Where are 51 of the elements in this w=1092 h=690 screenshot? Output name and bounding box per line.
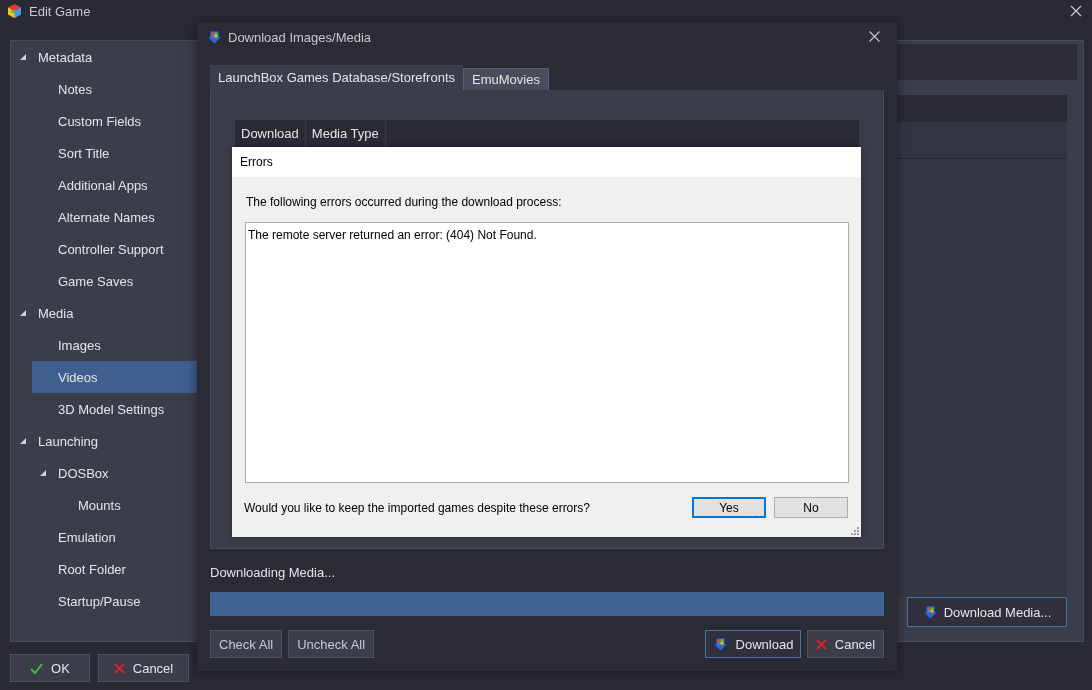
tab[interactable]: EmuMovies — [463, 68, 549, 90]
resize-grip-icon[interactable] — [851, 527, 859, 535]
tree-item[interactable]: Startup/Pause — [32, 585, 198, 617]
yes-button[interactable]: Yes — [692, 497, 766, 518]
status-text: Downloading Media... — [210, 565, 337, 581]
tree-item[interactable]: Launching — [12, 425, 198, 457]
tree-item[interactable]: Images — [32, 329, 198, 361]
download-arrow-icon — [712, 636, 728, 652]
cancel-button[interactable]: Cancel — [98, 654, 189, 682]
error-details-field[interactable]: The remote server returned an error: (404) Not Found. — [245, 222, 849, 483]
tree-item[interactable]: 3D Model Settings — [32, 393, 198, 425]
window-title: Edit Game — [29, 3, 91, 19]
tree-item[interactable]: Emulation — [32, 521, 198, 553]
tree-item[interactable]: Additional Apps — [32, 169, 198, 201]
download-icon — [207, 29, 222, 45]
tab[interactable]: LaunchBox Games Database/Storefronts — [210, 65, 464, 90]
close-icon[interactable] — [869, 31, 880, 42]
app-logo-icon — [8, 4, 21, 18]
tree-item[interactable]: Sort Title — [32, 137, 198, 169]
tree-item[interactable]: Alternate Names — [32, 201, 198, 233]
expanded-arrow-icon[interactable] — [20, 438, 26, 444]
close-icon[interactable] — [1070, 5, 1082, 17]
dialog-title: Errors — [240, 155, 273, 169]
dialog-title: Download Images/Media — [228, 29, 372, 45]
question-text: Would you like to keep the imported games despite these errors? — [244, 500, 590, 515]
text-field[interactable] — [896, 44, 1077, 80]
ok-button[interactable]: OK — [10, 654, 90, 682]
tree-item[interactable]: Videos — [32, 361, 198, 393]
download-media-button[interactable]: Download Media... — [907, 597, 1067, 627]
cross-icon — [815, 638, 827, 650]
tree-item[interactable]: Custom Fields — [32, 105, 198, 137]
tree-item[interactable]: Notes — [32, 73, 198, 105]
tree-item[interactable]: Root Folder — [32, 553, 198, 585]
expanded-arrow-icon[interactable] — [20, 54, 26, 60]
expanded-arrow-icon[interactable] — [40, 470, 46, 476]
tree-item[interactable]: Metadata — [12, 41, 198, 73]
tree-item[interactable]: DOSBox — [32, 457, 198, 489]
tree-item[interactable]: Mounts — [52, 489, 198, 521]
cross-icon — [113, 662, 125, 674]
no-button[interactable]: No — [774, 497, 848, 518]
expanded-arrow-icon[interactable] — [20, 310, 26, 316]
tree-item[interactable]: Controller Support — [32, 233, 198, 265]
tree-item[interactable]: Media — [12, 297, 198, 329]
check-button[interactable]: Check All — [210, 630, 283, 658]
cancel-button[interactable]: Cancel — [807, 630, 884, 658]
tree-item[interactable]: Game Saves — [32, 265, 198, 297]
download-button[interactable]: Download — [705, 630, 801, 658]
error-message: The following errors occurred during the download process: — [246, 195, 563, 209]
check-icon — [30, 662, 44, 674]
download-arrow-icon — [922, 604, 938, 620]
check-button[interactable]: Uncheck All — [288, 630, 375, 658]
